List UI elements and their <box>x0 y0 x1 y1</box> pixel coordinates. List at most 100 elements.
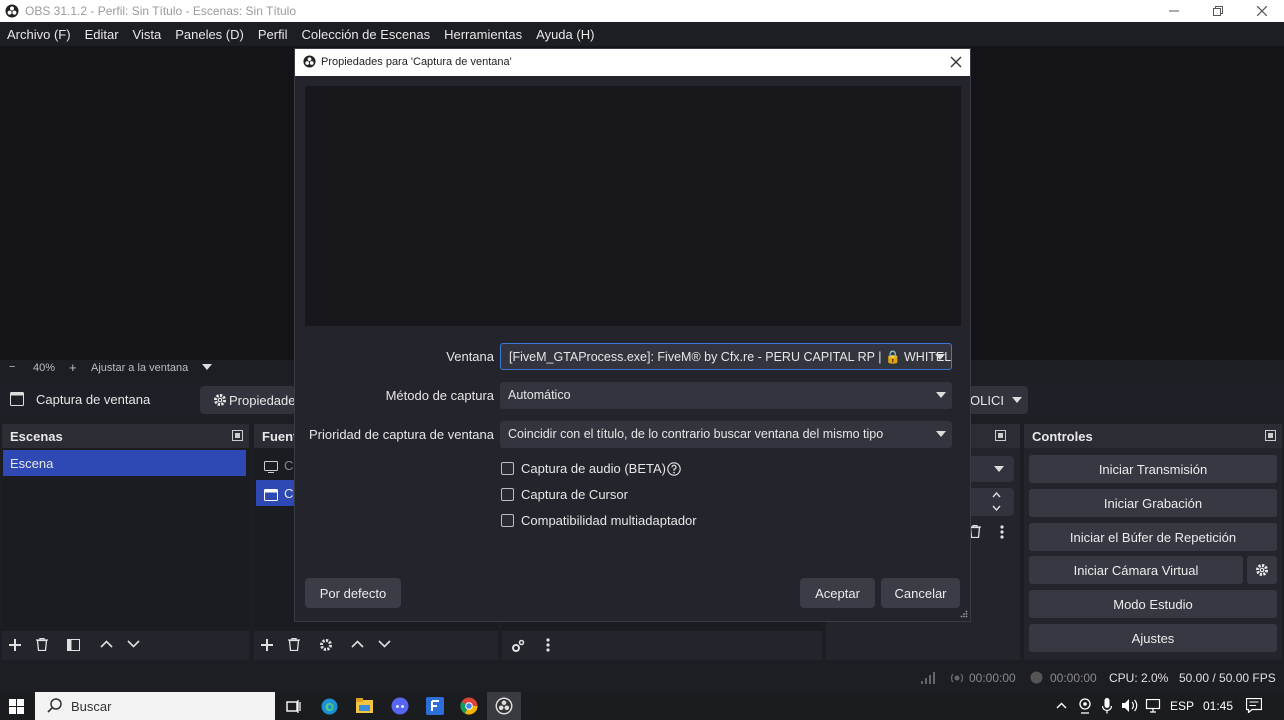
studio-mode-button[interactable]: Modo Estudio <box>1029 590 1277 618</box>
menu-editar[interactable]: Editar <box>85 27 119 42</box>
defaults-button[interactable]: Por defecto <box>305 578 401 608</box>
virtual-camera-settings-button[interactable] <box>1247 556 1277 584</box>
notifications-icon[interactable] <box>1246 698 1262 713</box>
checkbox-box[interactable] <box>501 514 514 527</box>
obs-taskbar-button[interactable] <box>487 692 521 720</box>
arrow-up-icon[interactable] <box>100 640 113 648</box>
chevron-up-icon[interactable] <box>1056 702 1067 709</box>
properties-button[interactable]: Propiedades <box>200 386 302 414</box>
scenes-list: Escena <box>2 448 249 631</box>
volume-icon[interactable] <box>1122 698 1138 713</box>
microphone-icon[interactable] <box>1102 698 1112 714</box>
file-explorer-icon[interactable] <box>356 698 373 713</box>
chevron-down-icon[interactable] <box>202 364 212 370</box>
float-dock-icon[interactable] <box>995 429 1006 444</box>
network-icon[interactable] <box>1145 699 1161 713</box>
scenes-dock-title: Escenas <box>2 424 249 448</box>
close-window-button[interactable] <box>1240 0 1284 22</box>
filter-icon[interactable] <box>67 639 80 651</box>
capture-method-value: Automático <box>508 388 571 402</box>
task-view-icon[interactable] <box>286 699 301 714</box>
capture-priority-select[interactable]: Coincidir con el título, de lo contrario… <box>500 421 952 448</box>
help-icon[interactable] <box>667 461 681 476</box>
clock[interactable]: 01:45 <box>1203 699 1233 713</box>
menu-herramientas[interactable]: Herramientas <box>444 27 522 42</box>
stream-icon <box>950 672 964 684</box>
arrow-up-icon[interactable] <box>992 492 1001 498</box>
transition-select[interactable] <box>966 456 1014 482</box>
more-options-icon[interactable] <box>1000 525 1004 539</box>
menu-coleccion-escenas[interactable]: Colección de Escenas <box>301 27 430 42</box>
arrow-up-icon[interactable] <box>351 640 364 648</box>
arrow-down-icon[interactable] <box>127 640 140 648</box>
chrome-icon[interactable] <box>460 697 478 715</box>
minimize-button[interactable] <box>1152 0 1196 22</box>
capture-method-select[interactable]: Automático <box>500 382 952 409</box>
zoom-in-button[interactable]: + <box>69 360 77 375</box>
scene-item-label: Escena <box>10 456 54 471</box>
menu-perfil[interactable]: Perfil <box>258 27 288 42</box>
properties-label: Propiedades <box>229 392 302 408</box>
taskbar-search[interactable]: Buscar <box>35 692 275 720</box>
audio-capture-checkbox[interactable]: Captura de audio (BETA) <box>501 461 681 476</box>
menu-paneles[interactable]: Paneles (D) <box>175 27 244 42</box>
webcam-icon[interactable] <box>1078 698 1092 714</box>
float-dock-icon[interactable] <box>232 430 243 441</box>
menu-archivo[interactable]: Archivo (F) <box>7 27 71 42</box>
language-indicator[interactable]: ESP <box>1170 699 1194 713</box>
cursor-capture-checkbox[interactable]: Captura de Cursor <box>501 487 628 502</box>
window-select[interactable]: [FiveM_GTAProcess.exe]: FiveM® by Cfx.re… <box>500 343 952 370</box>
zoom-bar: − 40% + Ajustar a la ventana <box>0 360 300 376</box>
signal-icon <box>921 672 935 684</box>
ok-button[interactable]: Aceptar <box>800 578 875 608</box>
trash-icon[interactable] <box>36 638 48 651</box>
cpu-usage: CPU: 2.0% <box>1109 671 1169 685</box>
source-preview <box>305 86 961 326</box>
windows-start-icon[interactable] <box>9 699 24 714</box>
chevron-down-icon <box>936 431 946 437</box>
menu-ayuda[interactable]: Ayuda (H) <box>536 27 594 42</box>
start-recording-button[interactable]: Iniciar Grabación <box>1029 489 1277 517</box>
controls-dock: Controles Iniciar Transmisión Iniciar Gr… <box>1024 424 1282 660</box>
search-placeholder: Buscar <box>71 699 112 714</box>
fivem-icon[interactable] <box>426 697 444 715</box>
arrow-down-icon[interactable] <box>378 640 391 648</box>
dialog-title-bar: Propiedades para 'Captura de ventana' <box>295 49 970 76</box>
chevron-down-icon <box>994 466 1004 472</box>
scene-item[interactable]: Escena <box>3 450 246 476</box>
float-dock-icon[interactable] <box>1265 430 1276 441</box>
start-streaming-button[interactable]: Iniciar Transmisión <box>1029 455 1277 483</box>
mixer-settings-icon[interactable] <box>511 639 525 653</box>
fps-readout: 50.00 / 50.00 FPS <box>1179 671 1276 685</box>
edge-browser-icon[interactable] <box>321 698 338 715</box>
status-bar: 00:00:00 00:00:00 CPU: 2.0% 50.00 / 50.0… <box>0 664 1284 692</box>
gear-icon <box>1255 563 1269 577</box>
cancel-button[interactable]: Cancelar <box>881 578 960 608</box>
trash-icon[interactable] <box>288 638 300 651</box>
start-replay-buffer-button[interactable]: Iniciar el Búfer de Repetición <box>1029 523 1277 551</box>
gear-icon[interactable] <box>319 638 333 652</box>
arrow-down-icon[interactable] <box>992 505 1001 511</box>
dialog-title: Propiedades para 'Captura de ventana' <box>321 56 512 68</box>
add-icon[interactable] <box>261 639 273 651</box>
window-source-icon <box>264 488 278 501</box>
duration-spinner[interactable] <box>966 488 1014 516</box>
start-virtual-camera-button[interactable]: Iniciar Cámara Virtual <box>1029 556 1243 584</box>
selected-source-name: Captura de ventana <box>36 392 151 407</box>
chevron-down-icon <box>935 354 945 360</box>
more-options-icon[interactable] <box>546 638 550 652</box>
zoom-fit-label[interactable]: Ajustar a la ventana <box>91 362 188 374</box>
window-source-icon <box>10 392 24 406</box>
discord-icon[interactable] <box>391 697 409 715</box>
zoom-out-button[interactable]: − <box>9 361 15 373</box>
checkbox-box[interactable] <box>501 462 514 475</box>
settings-button[interactable]: Ajustes <box>1029 624 1277 652</box>
source-combo[interactable]: OLICI <box>966 386 1028 414</box>
add-icon[interactable] <box>9 639 21 651</box>
menu-vista[interactable]: Vista <box>133 27 162 42</box>
close-icon[interactable] <box>950 56 962 68</box>
resize-grip-icon[interactable] <box>960 610 968 618</box>
restore-button[interactable] <box>1196 0 1240 22</box>
checkbox-box[interactable] <box>501 488 514 501</box>
multiadapter-checkbox[interactable]: Compatibilidad multiadaptador <box>501 513 697 528</box>
